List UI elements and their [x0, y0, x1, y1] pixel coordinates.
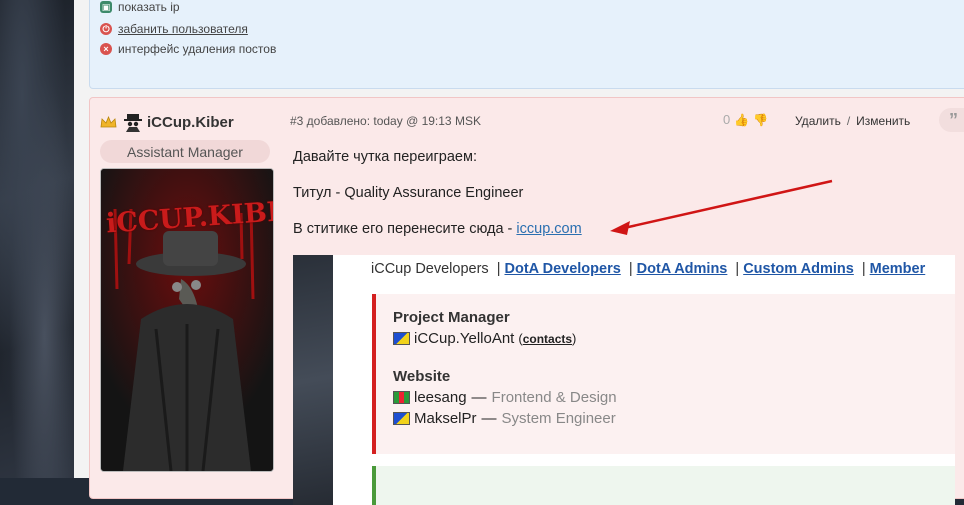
background-artwork — [0, 0, 74, 478]
annotation-arrow — [610, 179, 833, 235]
forum-content: ▣ показать ip ⏻ забанить пользователя × … — [74, 0, 964, 505]
